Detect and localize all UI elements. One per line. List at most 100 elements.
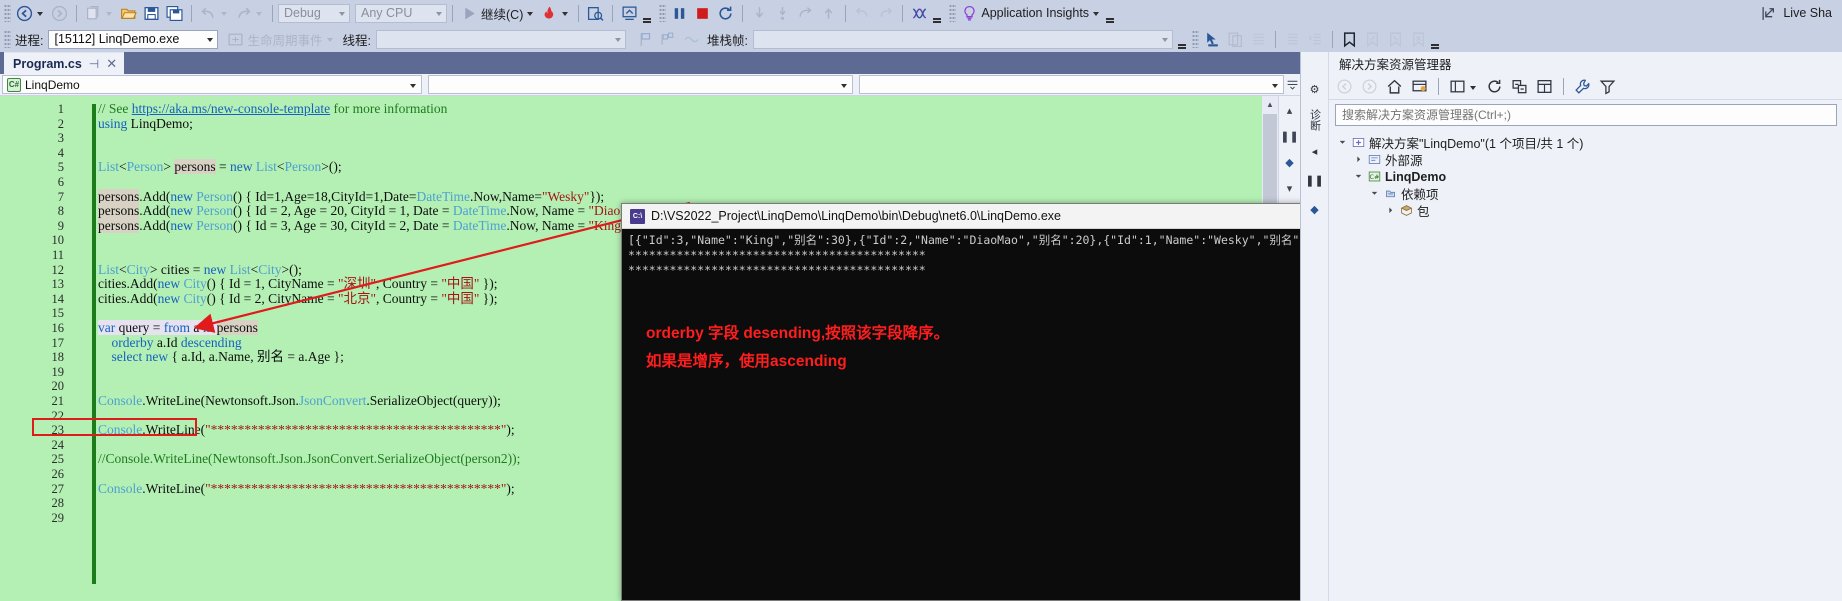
hot-reload-button[interactable] <box>538 2 573 24</box>
tree-item[interactable]: ⏵ 包 <box>1337 202 1842 219</box>
restart-button[interactable] <box>714 2 737 24</box>
chevron-down-icon[interactable] <box>410 83 416 88</box>
close-icon[interactable]: ✕ <box>106 56 117 72</box>
forward-button[interactable] <box>1358 76 1381 98</box>
indent-3-button[interactable] <box>1304 28 1327 50</box>
undo-caret[interactable] <box>221 12 227 16</box>
navigate-back-caret[interactable] <box>37 12 43 16</box>
break-all-overflow[interactable] <box>641 4 652 22</box>
application-insights-caret[interactable] <box>1093 12 1100 16</box>
code-line[interactable]: using LinqDemo; <box>98 116 193 132</box>
properties-button[interactable] <box>1533 76 1556 98</box>
flag-thread-button[interactable] <box>634 28 657 50</box>
indent-1-button[interactable] <box>1247 28 1270 50</box>
chevron-down-icon[interactable]: ▾ <box>1282 180 1298 196</box>
twisty-collapsed-icon[interactable]: ⏵ <box>1353 154 1364 165</box>
toolbar-grip[interactable] <box>1191 30 1199 48</box>
project-scope-combo[interactable]: C# LinqDemo <box>2 75 422 94</box>
navigate-back-button[interactable] <box>13 2 48 24</box>
home-button[interactable] <box>1383 76 1406 98</box>
scroll-up-button[interactable]: ▲ <box>1262 96 1278 112</box>
live-share-icon[interactable] <box>1761 5 1778 22</box>
new-item-caret[interactable] <box>106 12 112 16</box>
flag-group-button[interactable] <box>657 28 680 50</box>
thread-combo[interactable] <box>375 29 626 49</box>
code-line[interactable]: Console.WriteLine(Newtonsoft.Json.JsonCo… <box>98 393 501 409</box>
type-scope-combo[interactable] <box>428 75 853 94</box>
solution-tree[interactable]: ⏷ 解决方案"LinqDemo"(1 个项目/共 1 个) ⏵ 外部源 ⏷ C# LinqD… <box>1329 130 1842 219</box>
tree-item[interactable]: ⏵ 外部源 <box>1337 151 1842 168</box>
tree-item[interactable]: ⏷ C# LinqDemo <box>1337 168 1842 185</box>
code-line[interactable]: persons.Add(new Person() { Id = 2, Age =… <box>98 203 669 219</box>
undo-button[interactable] <box>197 2 232 24</box>
lifecycle-events-button[interactable]: 生命周期事件 <box>224 28 337 50</box>
pause-icon[interactable]: ❚❚ <box>1280 128 1298 144</box>
chevron-down-icon[interactable] <box>207 37 214 42</box>
tree-item[interactable]: ⏷ 依赖项 <box>1337 185 1842 202</box>
bookmark-button[interactable] <box>1338 28 1361 50</box>
code-line[interactable]: Console.WriteLine("*********************… <box>98 481 515 497</box>
tree-item[interactable]: ⏷ 解决方案"LinqDemo"(1 个项目/共 1 个) <box>1337 134 1842 151</box>
chevron-down-icon[interactable] <box>1161 37 1168 42</box>
code-line[interactable]: cities.Add(new City() { Id = 1, CityName… <box>98 276 498 292</box>
search-input-field[interactable] <box>1340 107 1832 123</box>
redo-nav-button[interactable] <box>874 2 897 24</box>
stackframe-combo[interactable] <box>752 29 1173 49</box>
attach-to-process-button[interactable] <box>584 2 607 24</box>
lifecycle-caret[interactable] <box>326 38 333 42</box>
save-all-button[interactable] <box>163 2 186 24</box>
back-button[interactable] <box>1333 76 1356 98</box>
diagnostics-overflow[interactable] <box>931 4 942 22</box>
toolbar-grip[interactable] <box>949 4 957 22</box>
diamond-icon[interactable]: ◆ <box>1282 154 1298 170</box>
twisty-expanded-icon[interactable]: ⏷ <box>1353 171 1364 182</box>
code-line[interactable]: persons.Add(new Person() { Id = 3, Age =… <box>98 217 645 234</box>
step-into-button[interactable] <box>748 2 771 24</box>
toolbar-grip[interactable] <box>4 30 11 48</box>
pin-icon[interactable]: ⊣ <box>89 57 99 71</box>
hot-reload-caret[interactable] <box>562 12 569 16</box>
process-combo[interactable]: [15112] LinqDemo.exe <box>48 29 219 49</box>
split-view-icon[interactable] <box>1284 78 1300 91</box>
toolbar-grip[interactable] <box>4 4 11 22</box>
code-line[interactable]: // See https://aka.ms/new-console-templa… <box>98 101 447 117</box>
chevron-down-icon[interactable] <box>339 11 345 16</box>
continue-button[interactable]: 继续(C) <box>458 2 538 24</box>
pending-changes-button[interactable] <box>1408 76 1431 98</box>
twisty-collapsed-icon[interactable]: ⏵ <box>1385 205 1396 216</box>
chevron-up-icon[interactable]: ▴ <box>1282 102 1298 118</box>
code-line[interactable]: List<Person> persons = new List<Person>(… <box>98 159 342 175</box>
bookmark-prev-button[interactable] <box>1361 28 1384 50</box>
stop-debugging-button[interactable] <box>691 2 714 24</box>
twisty-expanded-icon[interactable]: ⏷ <box>1369 188 1380 199</box>
debug-toolbar-overflow-2[interactable] <box>1430 30 1441 48</box>
diagnostics-button[interactable] <box>908 2 945 24</box>
code-line[interactable]: List<City> cities = new List<City>(); <box>98 262 302 278</box>
debug-toolbar-overflow[interactable] <box>1177 30 1188 48</box>
break-all-button[interactable] <box>618 2 655 24</box>
pause-button[interactable] <box>668 2 691 24</box>
application-insights-button[interactable]: Application Insights <box>958 2 1104 24</box>
collapse-all-button[interactable] <box>1508 76 1531 98</box>
live-share-label[interactable]: Live Sha <box>1783 6 1832 20</box>
bookmark-clear-button[interactable] <box>1407 28 1430 50</box>
chevron-down-icon[interactable] <box>1272 83 1278 88</box>
diamond-icon[interactable]: ◆ <box>1306 200 1324 218</box>
chevron-left-icon[interactable]: ◂ <box>1306 142 1324 160</box>
open-file-button[interactable] <box>117 2 140 24</box>
pause-icon[interactable]: ❚❚ <box>1305 171 1323 189</box>
code-line[interactable]: cities.Add(new City() { Id = 2, CityName… <box>98 291 498 307</box>
step-out-button[interactable] <box>794 2 817 24</box>
toolbar-grip[interactable] <box>659 4 667 22</box>
code-line[interactable]: //Console.WriteLine(Newtonsoft.Json.Json… <box>98 452 520 467</box>
view-button[interactable] <box>1446 76 1481 98</box>
filter-button[interactable] <box>1596 76 1619 98</box>
save-button[interactable] <box>140 2 163 24</box>
pointer-button[interactable] <box>1201 28 1224 50</box>
undo-nav-button[interactable] <box>851 2 874 24</box>
code-line[interactable]: select new { a.Id, a.Name, 别名 = a.Age }; <box>98 349 344 365</box>
link-threads-button[interactable] <box>680 28 703 50</box>
wrench-button[interactable] <box>1571 76 1594 98</box>
chevron-down-icon[interactable] <box>841 83 847 88</box>
step-over-button[interactable] <box>771 2 794 24</box>
